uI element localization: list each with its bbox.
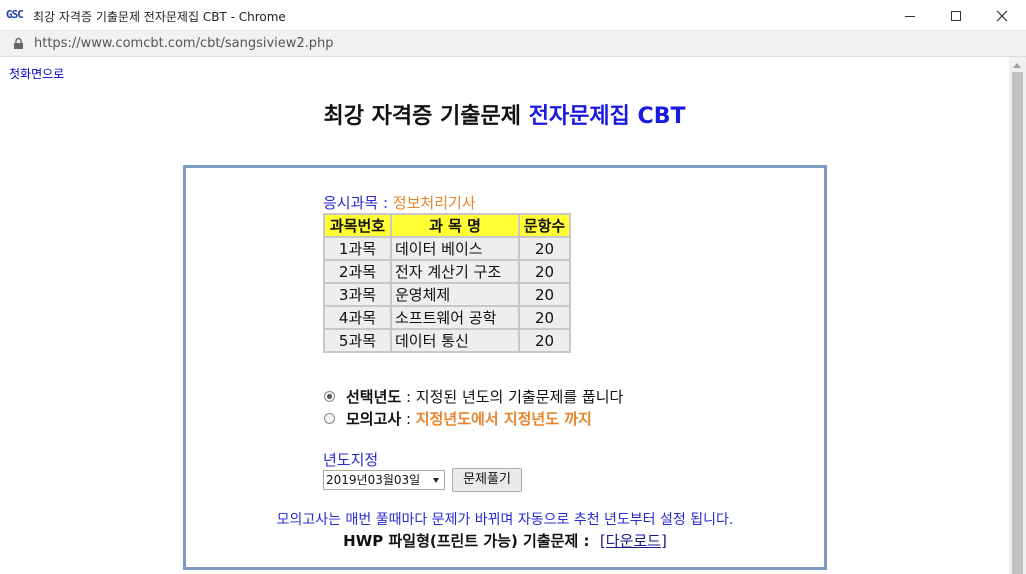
subject-name-cell: 데이터 통신 xyxy=(390,328,520,353)
year-label: 년도지정 xyxy=(323,451,379,469)
selected-year-desc: : 지정된 년도의 기출문제를 풉니다 xyxy=(401,388,624,406)
maximize-icon xyxy=(951,10,961,21)
column-header: 문항수 xyxy=(518,213,571,238)
subject-number: 1과목 xyxy=(323,236,392,261)
subjects-table: 과목번호 과 목 명 문항수 1과목 데이터 베이스 20 2과목 전자 계산기… xyxy=(323,213,571,353)
close-icon xyxy=(996,10,1008,21)
column-header: 과 목 명 xyxy=(390,213,520,238)
minimize-button[interactable] xyxy=(887,0,933,31)
chevron-down-icon xyxy=(433,478,439,483)
exam-panel: 응시과목 : 정보처리기사 과목번호 과 목 명 문항수 1과목 데이터 베이스… xyxy=(183,165,827,570)
hwp-label: HWP 파일형(프린트 가능) 기출문제 : xyxy=(343,532,595,550)
subject-label: 응시과목 : xyxy=(323,194,389,212)
mock-exam-desc: 지정년도에서 지정년도 까지 xyxy=(415,410,592,428)
page-title-main: 최강 자격증 기출문제 xyxy=(323,104,522,129)
subject-number: 4과목 xyxy=(323,305,392,330)
table-row: 4과목 소프트웨어 공학 20 xyxy=(323,305,571,330)
subject-number: 5과목 xyxy=(323,328,392,353)
window-title: 최강 자격증 기출문제 전자문제집 CBT - Chrome xyxy=(33,10,286,24)
selected-year-option[interactable]: 선택년도 : 지정된 년도의 기출문제를 풉니다 xyxy=(324,386,623,407)
question-count: 20 xyxy=(518,282,571,307)
selected-year-label: 선택년도 xyxy=(346,388,402,406)
solve-button[interactable]: 문제풀기 xyxy=(452,468,522,492)
mock-exam-radio[interactable] xyxy=(324,413,335,424)
window-titlebar: GSC 최강 자격증 기출문제 전자문제집 CBT - Chrome xyxy=(0,0,1026,31)
year-select[interactable]: 2019년03월03일 xyxy=(323,470,445,490)
mock-exam-sep: : xyxy=(401,409,416,428)
table-header-row: 과목번호 과 목 명 문항수 xyxy=(323,213,571,238)
question-count: 20 xyxy=(518,236,571,261)
column-header: 과목번호 xyxy=(323,213,392,238)
page-title-accent: 전자문제집 CBT xyxy=(528,104,686,129)
mock-exam-label: 모의고사 xyxy=(346,410,402,428)
page-title: 최강 자격증 기출문제 전자문제집 CBT xyxy=(0,98,1009,130)
lock-icon xyxy=(14,37,23,49)
site-favicon-icon: GSC xyxy=(6,8,24,21)
close-button[interactable] xyxy=(979,0,1025,31)
question-count: 20 xyxy=(518,305,571,330)
hwp-download-line: HWP 파일형(프린트 가능) 기출문제 : [다운로드] xyxy=(186,530,824,551)
mock-exam-option[interactable]: 모의고사 : 지정년도에서 지정년도 까지 xyxy=(324,408,592,429)
page-viewport: 첫화면으로 최강 자격증 기출문제 전자문제집 CBT 응시과목 : 정보처리기… xyxy=(0,57,1009,574)
table-row: 5과목 데이터 통신 20 xyxy=(323,328,571,353)
subject-number: 3과목 xyxy=(323,282,392,307)
subject-name: 정보처리기사 xyxy=(392,194,476,212)
subject-name-cell: 데이터 베이스 xyxy=(390,236,520,261)
download-link[interactable]: [다운로드] xyxy=(600,532,667,550)
mock-exam-notice: 모의고사는 매번 풀때마다 문제가 바뀌며 자동으로 추천 년도부터 설정 됩니… xyxy=(276,512,734,528)
url-text[interactable]: https://www.comcbt.com/cbt/sangsiview2.p… xyxy=(34,36,334,51)
subject-name-cell: 전자 계산기 구조 xyxy=(390,259,520,284)
table-row: 3과목 운영체제 20 xyxy=(323,282,571,307)
year-select-value: 2019년03월03일 xyxy=(326,473,421,487)
table-row: 2과목 전자 계산기 구조 20 xyxy=(323,259,571,284)
table-row: 1과목 데이터 베이스 20 xyxy=(323,236,571,261)
subject-name-cell: 소프트웨어 공학 xyxy=(390,305,520,330)
home-link[interactable]: 첫화면으로 xyxy=(9,65,64,82)
selected-year-radio[interactable] xyxy=(324,391,335,402)
scroll-up-arrow-icon[interactable] xyxy=(1013,63,1021,68)
address-bar[interactable]: https://www.comcbt.com/cbt/sangsiview2.p… xyxy=(0,31,1026,57)
scrollbar-thumb[interactable] xyxy=(1012,72,1023,574)
subject-number: 2과목 xyxy=(323,259,392,284)
exam-subject-line: 응시과목 : 정보처리기사 xyxy=(323,192,476,213)
question-count: 20 xyxy=(518,259,571,284)
minimize-icon xyxy=(905,15,915,17)
vertical-scrollbar[interactable] xyxy=(1009,57,1026,574)
subject-name-cell: 운영체제 xyxy=(390,282,520,307)
maximize-button[interactable] xyxy=(933,0,979,31)
question-count: 20 xyxy=(518,328,571,353)
